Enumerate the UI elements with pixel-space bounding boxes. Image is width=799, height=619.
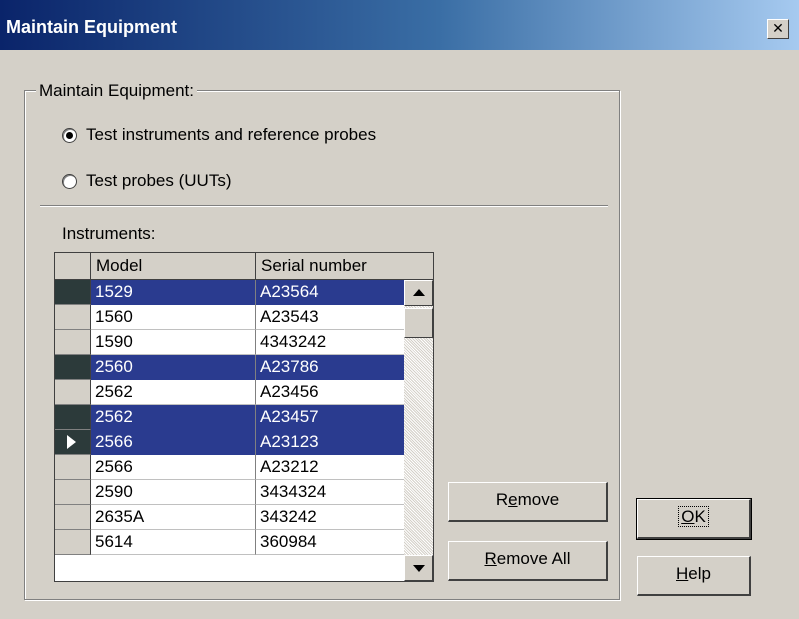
- remove-label-pre: R: [495, 490, 509, 509]
- row-selector[interactable]: [55, 380, 91, 405]
- scroll-thumb[interactable]: [404, 308, 433, 338]
- table-row[interactable]: 5614 360984: [55, 530, 404, 555]
- remove-label-post: move: [517, 490, 560, 509]
- remove-label-mnemonic: e: [508, 490, 518, 509]
- row-selector[interactable]: [55, 430, 91, 455]
- cell-serial[interactable]: A23457: [256, 405, 404, 430]
- radio-label-test-instruments: Test instruments and reference probes: [86, 125, 377, 144]
- remove-all-button[interactable]: Remove All: [448, 541, 608, 581]
- help-label-mnemonic: H: [676, 564, 689, 583]
- ok-button[interactable]: OK: [636, 498, 752, 540]
- cell-serial[interactable]: A23564: [256, 280, 404, 305]
- table-row[interactable]: 2562 A23456: [55, 380, 404, 405]
- column-header-model[interactable]: Model: [91, 253, 256, 280]
- arrow-up-icon: [413, 289, 425, 296]
- scroll-up-button[interactable]: [404, 280, 433, 306]
- cell-model[interactable]: 5614: [91, 530, 256, 555]
- remove-all-label-post: emove All: [496, 549, 571, 568]
- help-label-post: elp: [688, 564, 711, 583]
- cell-model[interactable]: 1529: [91, 280, 256, 305]
- cell-model[interactable]: 2566: [91, 455, 256, 480]
- ok-label-post: K: [694, 507, 706, 526]
- cell-serial[interactable]: 360984: [256, 530, 404, 555]
- row-selector[interactable]: [55, 480, 91, 505]
- cell-serial[interactable]: 3434324: [256, 480, 404, 505]
- row-selector[interactable]: [55, 355, 91, 380]
- cell-serial[interactable]: A23123: [256, 430, 404, 455]
- row-selector[interactable]: [55, 455, 91, 480]
- table-row[interactable]: 2562 A23457: [55, 405, 404, 430]
- arrow-down-icon: [413, 565, 425, 572]
- ok-label-mnemonic: O: [681, 507, 695, 526]
- column-header-serial[interactable]: Serial number: [256, 253, 433, 280]
- current-row-arrow-icon: [67, 435, 76, 449]
- row-selector[interactable]: [55, 505, 91, 530]
- vertical-scrollbar[interactable]: [404, 280, 433, 581]
- row-selector[interactable]: [55, 330, 91, 355]
- window-title: Maintain Equipment: [6, 17, 177, 37]
- row-header-corner: [55, 253, 91, 280]
- ok-focus-rect: OK: [678, 506, 709, 527]
- group-title: Maintain Equipment:: [36, 81, 197, 101]
- close-button[interactable]: ✕: [767, 19, 789, 39]
- radio-test-probes[interactable]: Test probes (UUTs): [62, 171, 231, 191]
- remove-button[interactable]: Remove: [448, 482, 608, 522]
- cell-model[interactable]: 2590: [91, 480, 256, 505]
- cell-model[interactable]: 2562: [91, 380, 256, 405]
- close-icon: ✕: [772, 20, 784, 36]
- cell-model[interactable]: 2562: [91, 405, 256, 430]
- radio-label-test-probes: Test probes (UUTs): [86, 171, 232, 190]
- radio-unchecked-icon[interactable]: [62, 173, 77, 189]
- row-selector[interactable]: [55, 305, 91, 330]
- help-button[interactable]: Help: [637, 556, 751, 596]
- table-row[interactable]: 2560 A23786: [55, 355, 404, 380]
- table-row[interactable]: 1590 4343242: [55, 330, 404, 355]
- cell-serial[interactable]: A23786: [256, 355, 404, 380]
- cell-model[interactable]: 2566: [91, 430, 256, 455]
- cell-model[interactable]: 1590: [91, 330, 256, 355]
- cell-model[interactable]: 1560: [91, 305, 256, 330]
- grid-header: Model Serial number: [55, 253, 433, 280]
- table-row[interactable]: 1560 A23543: [55, 305, 404, 330]
- title-bar: Maintain Equipment ✕: [0, 0, 799, 50]
- remove-all-label-mnemonic: R: [484, 549, 497, 568]
- separator: [40, 205, 608, 207]
- row-selector[interactable]: [55, 280, 91, 305]
- table-row[interactable]: 2566 A23123: [55, 430, 404, 455]
- table-row[interactable]: 2566 A23212: [55, 455, 404, 480]
- row-selector[interactable]: [55, 405, 91, 430]
- table-row[interactable]: 2590 3434324: [55, 480, 404, 505]
- instruments-label: Instruments:: [62, 224, 156, 243]
- scroll-down-button[interactable]: [404, 555, 433, 581]
- cell-serial[interactable]: 343242: [256, 505, 404, 530]
- radio-checked-icon[interactable]: [62, 127, 77, 143]
- instruments-grid[interactable]: Model Serial number 1529 A23564 1560 A23543…: [54, 252, 434, 582]
- cell-model[interactable]: 2635A: [91, 505, 256, 530]
- cell-model[interactable]: 2560: [91, 355, 256, 380]
- cell-serial[interactable]: A23456: [256, 380, 404, 405]
- row-selector[interactable]: [55, 530, 91, 555]
- cell-serial[interactable]: A23543: [256, 305, 404, 330]
- table-row[interactable]: 1529 A23564: [55, 280, 404, 305]
- cell-serial[interactable]: 4343242: [256, 330, 404, 355]
- radio-test-instruments[interactable]: Test instruments and reference probes: [62, 125, 376, 145]
- cell-serial[interactable]: A23212: [256, 455, 404, 480]
- table-row[interactable]: 2635A 343242: [55, 505, 404, 530]
